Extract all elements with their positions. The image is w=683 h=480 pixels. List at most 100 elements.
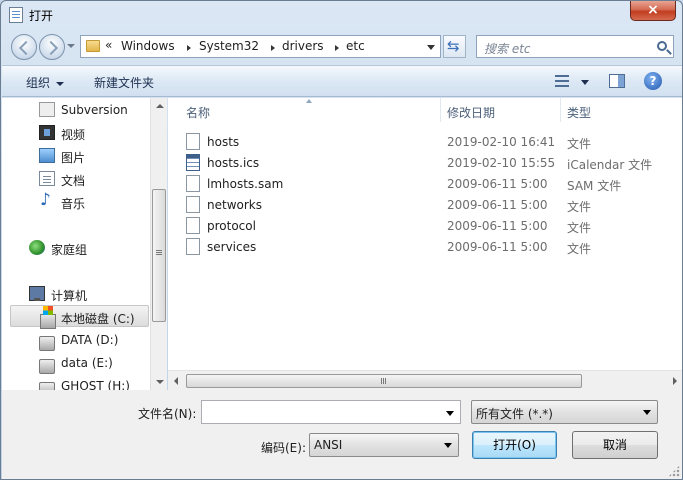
- help-icon[interactable]: ?: [644, 72, 662, 90]
- search-box[interactable]: 搜索 etc: [476, 35, 674, 58]
- encoding-select[interactable]: ANSI: [309, 433, 459, 457]
- nav-item-documents[interactable]: 文档: [39, 168, 149, 190]
- filename-field[interactable]: [201, 400, 461, 424]
- open-button[interactable]: 打开(O): [472, 431, 557, 459]
- nav-item-label: 文档: [61, 174, 86, 188]
- file-list: 名称 修改日期 类型 hosts 2019-02-10 16:41 文件 hos…: [168, 98, 682, 370]
- breadcrumb-drivers[interactable]: drivers: [282, 39, 324, 53]
- breadcrumb-windows[interactable]: Windows: [121, 39, 175, 53]
- view-options-chevron-icon[interactable]: [581, 80, 589, 85]
- breadcrumb-separator-icon[interactable]: [335, 45, 339, 51]
- file-type: 文件: [567, 242, 592, 256]
- column-divider[interactable]: [440, 98, 441, 122]
- scroll-right-arrow-icon[interactable]: [673, 377, 677, 385]
- file-date-modified: 2009-06-11 5:00: [447, 219, 548, 233]
- close-button[interactable]: ×: [630, 1, 676, 21]
- file-row-protocol[interactable]: protocol 2009-06-11 5:00 文件: [186, 215, 676, 236]
- nav-item-label: 家庭组: [51, 243, 88, 257]
- local-disk-icon: [40, 306, 56, 329]
- file-type: iCalendar 文件: [567, 158, 653, 172]
- column-header-type[interactable]: 类型: [567, 104, 591, 121]
- nav-item-label: data (E:): [61, 356, 113, 370]
- search-input[interactable]: 搜索 etc: [484, 40, 531, 57]
- search-icon[interactable]: [657, 41, 667, 51]
- nav-item-music[interactable]: 音乐: [39, 190, 149, 213]
- cancel-button[interactable]: 取消: [572, 431, 658, 459]
- file-date-modified: 2009-06-11 5:00: [447, 240, 548, 254]
- nav-item-label: 音乐: [61, 197, 86, 211]
- music-library-icon: [39, 190, 55, 210]
- scrollbar-thumb[interactable]: [186, 374, 582, 388]
- column-divider[interactable]: [560, 98, 561, 122]
- nav-item-homegroup[interactable]: 家庭组: [29, 237, 149, 259]
- chevron-down-icon: [56, 81, 65, 86]
- breadcrumb-system32[interactable]: System32: [199, 39, 259, 53]
- column-header-name[interactable]: 名称: [186, 104, 210, 121]
- encoding-value: ANSI: [314, 438, 343, 452]
- breadcrumb-separator-icon[interactable]: [271, 45, 275, 51]
- nav-item-data-e[interactable]: data (E:): [39, 352, 149, 374]
- file-name: hosts.ics: [207, 156, 260, 170]
- recent-pages-chevron-icon[interactable]: [67, 44, 75, 48]
- video-library-icon: [39, 125, 55, 140]
- dialog-footer: 文件名(N): 所有文件 (*.*) 编码(E): ANSI 打开(O) 取消: [2, 390, 682, 479]
- resize-grip-icon[interactable]: [668, 465, 680, 477]
- breadcrumb-separator-icon[interactable]: [187, 45, 191, 51]
- nav-item-videos[interactable]: 视频: [39, 122, 149, 144]
- file-row-networks[interactable]: networks 2009-06-11 5:00 文件: [186, 194, 676, 215]
- navigation-pane: Subversion 视频 图片 文档 音乐 家庭组 计算机 本地磁盘 (C:: [2, 98, 150, 390]
- nav-item-label: 图片: [61, 151, 86, 165]
- encoding-label: 编码(E):: [261, 441, 306, 455]
- nav-item-label: 视频: [61, 128, 86, 142]
- forward-button[interactable]: [39, 34, 65, 60]
- column-header-date-modified[interactable]: 修改日期: [447, 104, 495, 121]
- nav-item-computer[interactable]: 计算机: [29, 283, 149, 305]
- refresh-button[interactable]: ⇆: [443, 35, 466, 58]
- file-row-lmhosts-sam[interactable]: lmhosts.sam 2009-06-11 5:00 SAM 文件: [186, 173, 676, 194]
- nav-item-pictures[interactable]: 图片: [39, 145, 149, 167]
- refresh-icon: ⇆: [447, 37, 460, 55]
- back-button[interactable]: [11, 34, 37, 60]
- drive-icon: [39, 336, 55, 351]
- file-icon: [186, 217, 200, 234]
- scroll-down-arrow-icon[interactable]: [156, 380, 164, 384]
- change-view-icon[interactable]: [555, 75, 569, 87]
- address-bar[interactable]: « Windows System32 drivers etc: [80, 35, 441, 58]
- scroll-up-arrow-icon[interactable]: [156, 104, 164, 108]
- nav-item-ghost-h[interactable]: GHOST (H:): [39, 375, 149, 390]
- notepad-icon: [9, 7, 23, 23]
- file-row-hosts[interactable]: hosts 2019-02-10 16:41 文件: [186, 131, 676, 152]
- file-row-hosts-ics[interactable]: hosts.ics 2019-02-10 15:55 iCalendar 文件: [186, 152, 676, 173]
- file-name: lmhosts.sam: [207, 177, 284, 191]
- scrollbar-thumb[interactable]: [152, 189, 166, 322]
- new-folder-button[interactable]: 新建文件夹: [94, 74, 154, 91]
- file-type-filter-select[interactable]: 所有文件 (*.*): [471, 400, 658, 424]
- file-row-services[interactable]: services 2009-06-11 5:00 文件: [186, 236, 676, 257]
- organize-menu-button[interactable]: 组织: [26, 74, 65, 91]
- nav-item-local-disk-c[interactable]: 本地磁盘 (C:): [10, 305, 149, 329]
- file-list-horizontal-scrollbar[interactable]: [168, 370, 682, 390]
- sort-ascending-icon: [306, 99, 312, 103]
- computer-icon: [29, 286, 45, 301]
- file-type: 文件: [567, 221, 592, 235]
- documents-library-icon: [39, 171, 55, 186]
- file-type: SAM 文件: [567, 179, 622, 193]
- nav-item-label: 本地磁盘 (C:): [61, 312, 135, 326]
- nav-item-label: DATA (D:): [61, 333, 119, 347]
- navigation-pane-scrollbar[interactable]: [150, 98, 167, 390]
- nav-item-data-d[interactable]: DATA (D:): [39, 329, 149, 351]
- title-bar[interactable]: 打开 ×: [1, 1, 682, 29]
- calendar-file-icon: [186, 154, 200, 171]
- filename-history-dropdown-icon[interactable]: [446, 411, 454, 416]
- breadcrumb-etc[interactable]: etc: [346, 39, 365, 53]
- drive-icon: [39, 382, 55, 390]
- address-overflow-chevron[interactable]: «: [105, 38, 112, 52]
- file-date-modified: 2009-06-11 5:00: [447, 198, 548, 212]
- address-history-dropdown-icon[interactable]: [427, 45, 435, 50]
- file-icon: [186, 238, 200, 255]
- organize-label: 组织: [26, 76, 51, 90]
- preview-pane-icon[interactable]: [609, 74, 625, 88]
- nav-item-subversion[interactable]: Subversion: [39, 99, 149, 121]
- scroll-left-arrow-icon[interactable]: [174, 377, 178, 385]
- folder-icon: [86, 40, 100, 52]
